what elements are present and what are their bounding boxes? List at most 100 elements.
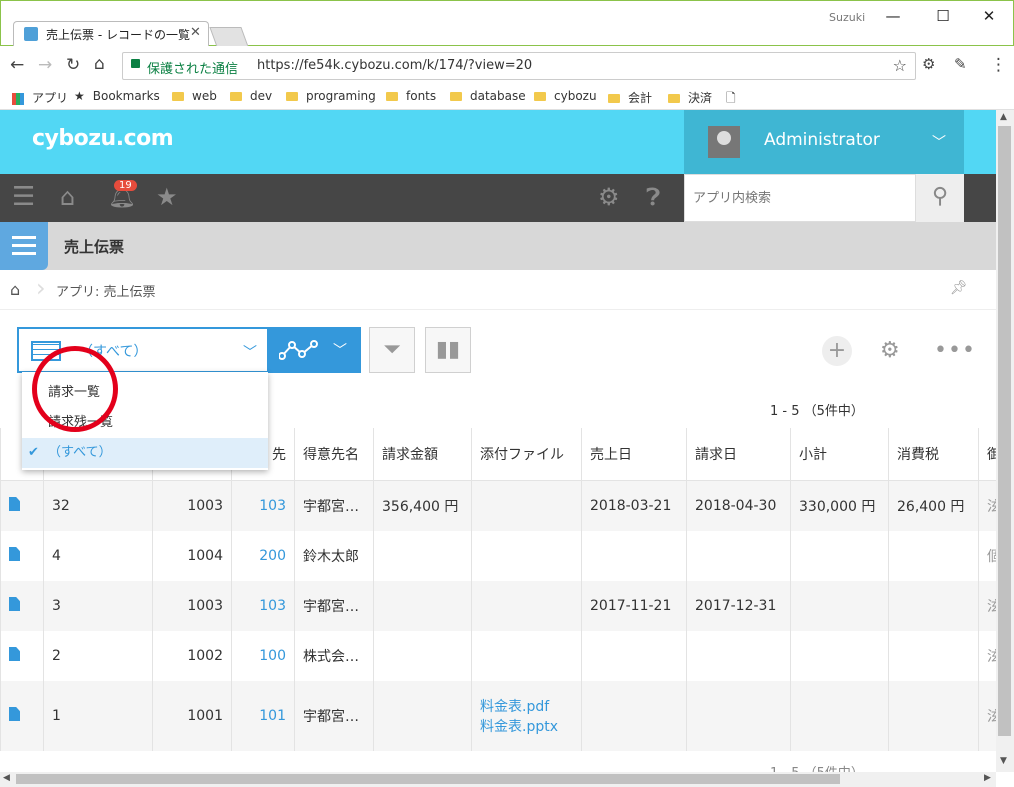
customer-link[interactable]: 100 <box>231 631 295 681</box>
record-detail-icon[interactable] <box>9 707 20 721</box>
browser-tab[interactable]: 売上伝票 - レコードの一覧 ✕ <box>13 21 209 47</box>
table-row[interactable]: 2 1002 100 株式会… 泫 <box>0 631 1009 681</box>
record-detail-icon[interactable] <box>9 547 20 561</box>
bill-date <box>686 631 791 681</box>
extension-2-icon[interactable]: ✎ <box>954 55 967 73</box>
subtotal: 330,000 円 <box>790 480 889 531</box>
help-icon[interactable]: ❓︎ <box>646 183 660 211</box>
maximize-icon[interactable]: ☐ <box>923 7 963 25</box>
col-header-tax[interactable]: 消費税 <box>888 428 979 481</box>
home-icon[interactable]: ⌂ <box>60 183 75 211</box>
customer-link[interactable]: 200 <box>231 531 295 581</box>
add-record-icon[interactable]: + <box>822 336 852 366</box>
col-header-customer-name[interactable]: 得意先名 <box>294 428 374 481</box>
forward-icon[interactable]: → <box>38 55 52 75</box>
bookmark-cybozu[interactable]: cybozu <box>534 89 597 103</box>
table-row[interactable]: 1 1001 101 宇都宮… 料金表.pdf 料金表.pptx 泫 <box>0 681 1009 751</box>
graph-selector-button[interactable]: ﹀ <box>269 327 361 373</box>
table-row[interactable]: 32 1003 103 宇都宮… 356,400 円 2018-03-21 20… <box>0 480 1009 531</box>
vertical-scroll-thumb[interactable] <box>998 126 1011 736</box>
window-close-icon[interactable]: ✕ <box>969 7 1009 25</box>
pin-icon[interactable]: 📌︎ <box>950 280 968 296</box>
table-row[interactable]: 3 1003 103 宇都宮… 2017-11-21 2017-12-31 泫 <box>0 581 1009 631</box>
bookmark-programing[interactable]: programing <box>286 89 376 103</box>
col-header-attachments[interactable]: 添付ファイル <box>471 428 582 481</box>
minimize-icon[interactable]: — <box>873 7 913 25</box>
record-detail[interactable] <box>0 581 44 631</box>
url-bar[interactable]: 保護された通信 https://fe54k.cybozu.com/k/174/?… <box>122 52 916 80</box>
breadcrumb-app[interactable]: アプリ: 売上伝票 <box>56 281 156 300</box>
line-graph-icon <box>279 340 318 360</box>
bookmark-apps[interactable]: アプリ <box>12 89 68 106</box>
customer-link[interactable]: 101 <box>231 681 295 751</box>
record-detail[interactable] <box>0 631 44 681</box>
customer-name: 宇都宮… <box>294 581 374 631</box>
home-icon[interactable]: ⌂ <box>94 54 105 74</box>
record-code: 1002 <box>152 631 232 681</box>
highlight-circle <box>32 346 118 432</box>
scroll-left-icon[interactable]: ◀ <box>3 773 10 783</box>
attachment-link[interactable]: 料金表.pdf <box>480 696 573 716</box>
record-detail-icon[interactable] <box>9 597 20 611</box>
close-icon[interactable]: ✕ <box>190 25 201 40</box>
table-row[interactable]: 4 1004 200 鈴木太郎 個 <box>0 531 1009 581</box>
customer-link[interactable]: 103 <box>231 581 295 631</box>
bookmark-dev[interactable]: dev <box>230 89 272 103</box>
cybozu-logo[interactable]: cybozu.com <box>32 126 174 151</box>
record-detail[interactable] <box>0 480 44 531</box>
horizontal-scroll-thumb[interactable] <box>16 774 840 784</box>
app-search-input[interactable] <box>685 175 915 221</box>
page-icon[interactable]: 🗋 <box>726 89 736 110</box>
bookmark-bookmarks[interactable]: ★ Bookmarks <box>74 89 160 103</box>
bookmark-database[interactable]: database <box>450 89 526 103</box>
more-options-icon[interactable]: ••• <box>934 338 976 363</box>
folder-icon <box>286 92 298 101</box>
scroll-down-icon[interactable]: ▼ <box>1000 756 1007 766</box>
graph-button[interactable]: ▮▮ <box>425 327 471 373</box>
attachment-link[interactable]: 料金表.pptx <box>480 716 573 736</box>
col-header-bill-date[interactable]: 請求日 <box>686 428 791 481</box>
bookmark-payment[interactable]: 決済 <box>668 89 712 106</box>
col-header-subtotal[interactable]: 小計 <box>790 428 889 481</box>
amount <box>373 631 472 681</box>
record-detail-icon[interactable] <box>9 647 20 661</box>
app-list-icon[interactable] <box>0 222 48 270</box>
chevron-down-icon: ﹀ <box>932 135 946 151</box>
reload-icon[interactable]: ↻ <box>66 55 80 75</box>
col-header-sale-date[interactable]: 売上日 <box>581 428 687 481</box>
new-tab-button[interactable] <box>209 27 249 47</box>
url-text[interactable]: https://fe54k.cybozu.com/k/174/?view=20 <box>257 58 532 73</box>
menu-icon[interactable]: ⋮ <box>990 55 1007 75</box>
scroll-right-icon[interactable]: ▶ <box>984 773 991 783</box>
record-detail[interactable] <box>0 531 44 581</box>
subtotal <box>790 531 889 581</box>
record-detail[interactable] <box>0 681 44 751</box>
chevron-down-icon: ﹀ <box>333 343 347 359</box>
back-icon[interactable]: ← <box>10 55 24 75</box>
col-header-amount[interactable]: 請求金額 <box>373 428 472 481</box>
bookmark-accounting[interactable]: 会計 <box>608 89 652 106</box>
user-menu[interactable]: Administrator ﹀ <box>684 110 964 174</box>
bookmark-web[interactable]: web <box>172 89 217 103</box>
breadcrumb-separator-icon: › <box>36 274 46 302</box>
extension-icon[interactable]: ⚙ <box>922 55 935 73</box>
app-settings-gear-icon[interactable]: ⚙ <box>880 338 900 363</box>
settings-gear-icon[interactable]: ⚙ <box>598 183 620 211</box>
home-icon[interactable]: ⌂ <box>10 280 20 299</box>
bookmark-star-icon[interactable]: ☆ <box>893 56 907 75</box>
scroll-up-icon[interactable]: ▲ <box>1000 112 1007 122</box>
record-detail-icon[interactable] <box>9 497 20 511</box>
customer-link[interactable]: 103 <box>231 480 295 531</box>
amount <box>373 681 472 751</box>
hamburger-menu-icon[interactable]: ☰ <box>12 182 35 212</box>
folder-icon <box>450 92 462 101</box>
sale-date <box>581 681 687 751</box>
bookmark-fonts[interactable]: fonts <box>386 89 436 103</box>
filter-button[interactable]: ⏷ <box>369 327 415 373</box>
search-icon[interactable]: ⚲ <box>916 174 964 222</box>
view-option-all[interactable]: ✔ （すべて） <box>22 438 268 468</box>
profile-name[interactable]: Suzuki <box>829 11 865 24</box>
breadcrumb: ⌂ › アプリ: 売上伝票 📌︎ <box>0 270 996 310</box>
favorites-star-icon[interactable]: ★ <box>156 183 178 211</box>
record-code: 1004 <box>152 531 232 581</box>
